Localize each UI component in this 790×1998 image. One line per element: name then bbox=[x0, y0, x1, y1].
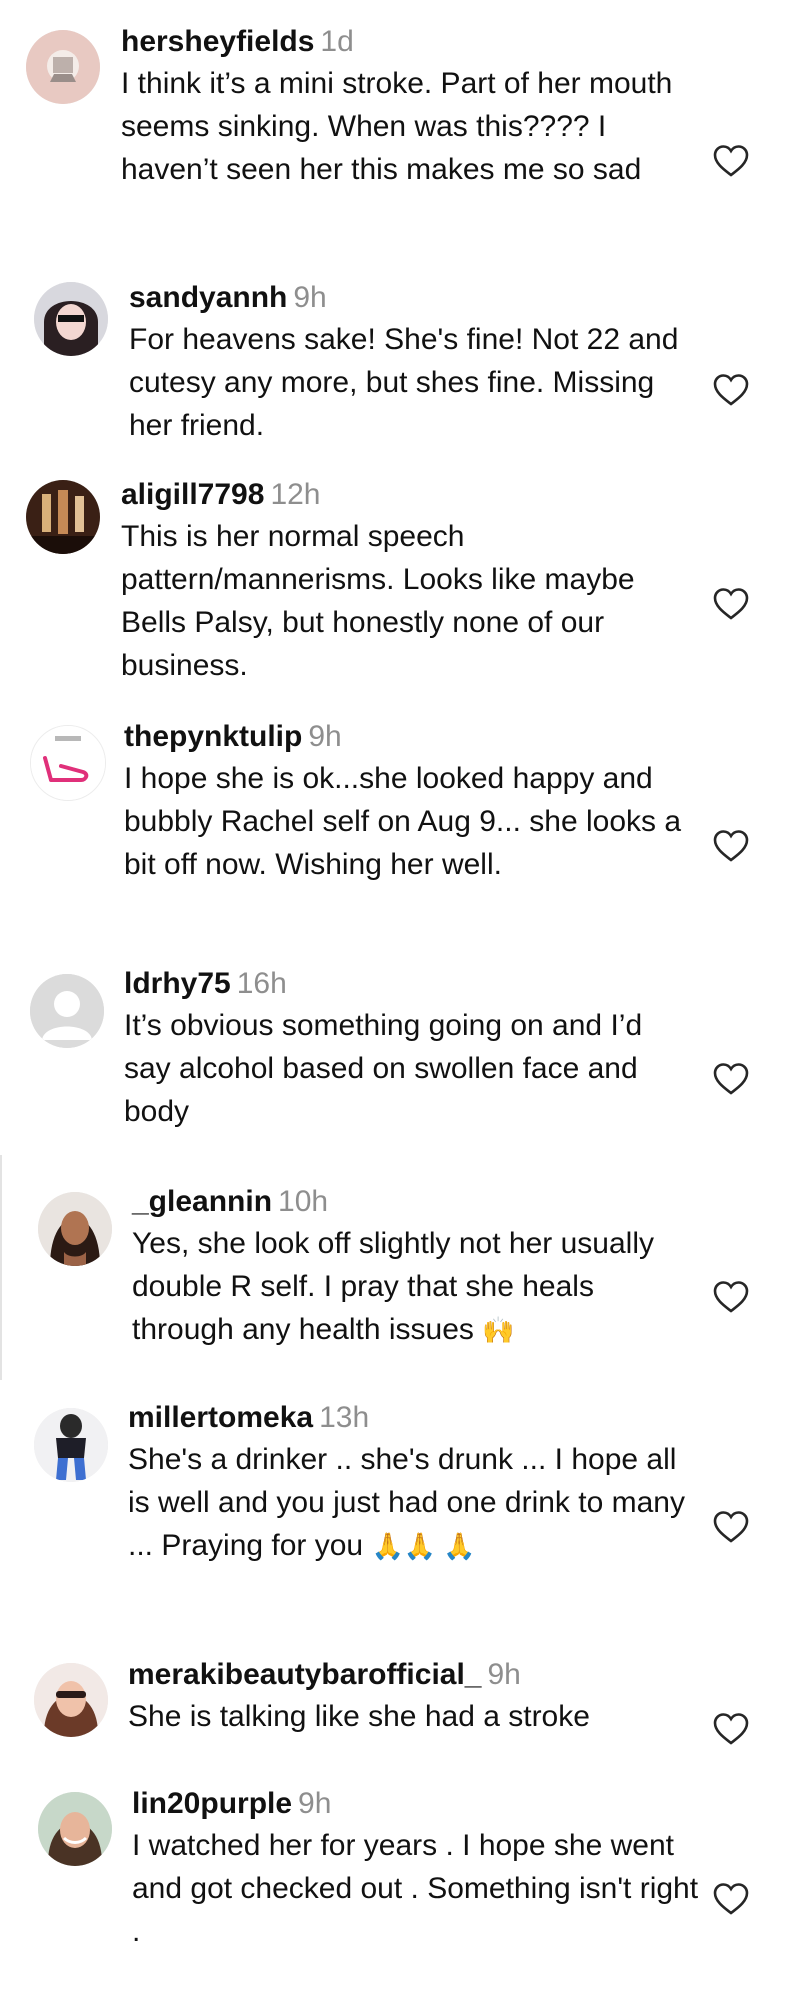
username[interactable]: _gleannin bbox=[132, 1185, 272, 1218]
comment-body: sandyannh 9h For heavens sake! She's fine… bbox=[129, 278, 699, 447]
timestamp: 9h bbox=[487, 1658, 521, 1691]
username[interactable]: thepynktulip bbox=[124, 720, 302, 753]
avatar[interactable] bbox=[38, 1192, 112, 1266]
comment-header: merakibeautybarofficial_ 9h bbox=[128, 1655, 698, 1695]
timestamp: 13h bbox=[319, 1401, 370, 1434]
comment-header: hersheyfields 1d bbox=[121, 22, 691, 62]
comment-body: aligill7798 12h This is her normal speech… bbox=[121, 475, 691, 687]
comment-header: aligill7798 12h bbox=[121, 475, 691, 515]
timestamp: 12h bbox=[270, 478, 321, 511]
avatar[interactable] bbox=[30, 725, 106, 801]
comment-body: merakibeautybarofficial_ 9h She is talkin… bbox=[128, 1655, 698, 1738]
heart-outline-icon[interactable] bbox=[712, 144, 750, 178]
heart-outline-icon[interactable] bbox=[712, 1280, 750, 1314]
username[interactable]: millertomeka bbox=[128, 1401, 313, 1434]
comment-text: For heavens sake! She's fine! Not 22 and… bbox=[129, 323, 679, 442]
avatar[interactable] bbox=[38, 1792, 112, 1866]
comment-body: millertomeka 13h She's a drinker .. she's… bbox=[128, 1398, 698, 1568]
comment-text: She is talking like she had a stroke bbox=[128, 1700, 590, 1733]
avatar[interactable] bbox=[34, 282, 108, 356]
timestamp: 9h bbox=[298, 1787, 332, 1820]
default-avatar-icon[interactable] bbox=[30, 974, 104, 1048]
comment-header: thepynktulip 9h bbox=[124, 717, 694, 757]
timestamp: 10h bbox=[278, 1185, 329, 1218]
comment-header: _gleannin 10h bbox=[132, 1182, 702, 1222]
username[interactable]: aligill7798 bbox=[121, 478, 264, 511]
timestamp: 9h bbox=[293, 281, 327, 314]
comment-text: This is her normal speech pattern/manner… bbox=[121, 520, 635, 682]
timestamp: 9h bbox=[308, 720, 342, 753]
comment-header: millertomeka 13h bbox=[128, 1398, 698, 1438]
comment-text-body: Yes, she look off slightly not her usual… bbox=[132, 1227, 654, 1346]
username[interactable]: ldrhy75 bbox=[124, 967, 231, 1000]
avatar[interactable] bbox=[34, 1663, 108, 1737]
username[interactable]: merakibeautybarofficial_ bbox=[128, 1658, 481, 1691]
timestamp: 1d bbox=[320, 25, 354, 58]
folded-hands-emoji: 🙏🙏 🙏 bbox=[371, 1531, 476, 1561]
comment-body: hersheyfields 1d I think it’s a mini stro… bbox=[121, 22, 691, 191]
heart-outline-icon[interactable] bbox=[712, 829, 750, 863]
comment-body: _gleannin 10h Yes, she look off slightly … bbox=[132, 1182, 702, 1352]
heart-outline-icon[interactable] bbox=[712, 1062, 750, 1096]
comment-body: lin20purple 9h I watched her for years . … bbox=[132, 1784, 702, 1953]
username[interactable]: lin20purple bbox=[132, 1787, 292, 1820]
heart-outline-icon[interactable] bbox=[712, 373, 750, 407]
comment-text: Yes, she look off slightly not her usual… bbox=[132, 1222, 702, 1352]
heart-outline-icon[interactable] bbox=[712, 1712, 750, 1746]
avatar[interactable] bbox=[26, 30, 100, 104]
comment-header: sandyannh 9h bbox=[129, 278, 699, 318]
heart-outline-icon[interactable] bbox=[712, 1882, 750, 1916]
raising-hands-emoji: 🙌 bbox=[482, 1315, 515, 1345]
comment-text: It’s obvious something going on and I’d … bbox=[124, 1009, 643, 1128]
username[interactable]: hersheyfields bbox=[121, 25, 314, 58]
heart-outline-icon[interactable] bbox=[712, 1510, 750, 1544]
avatar[interactable] bbox=[34, 1408, 108, 1482]
comment-body: thepynktulip 9h I hope she is ok...she lo… bbox=[124, 717, 694, 886]
comment-text: She's a drinker .. she's drunk ... I hop… bbox=[128, 1438, 698, 1568]
comment-header: lin20purple 9h bbox=[132, 1784, 702, 1824]
comment-header: ldrhy75 16h bbox=[124, 964, 694, 1004]
avatar[interactable] bbox=[26, 480, 100, 554]
timestamp: 16h bbox=[236, 967, 287, 1000]
comment-text: I hope she is ok...she looked happy and … bbox=[124, 762, 682, 881]
comment-text: I watched her for years . I hope she wen… bbox=[132, 1829, 699, 1948]
comment-body: ldrhy75 16h It’s obvious something going … bbox=[124, 964, 694, 1133]
thread-divider bbox=[0, 1155, 2, 1380]
comment-text: I think it’s a mini stroke. Part of her … bbox=[121, 67, 673, 186]
heart-outline-icon[interactable] bbox=[712, 587, 750, 621]
username[interactable]: sandyannh bbox=[129, 281, 287, 314]
